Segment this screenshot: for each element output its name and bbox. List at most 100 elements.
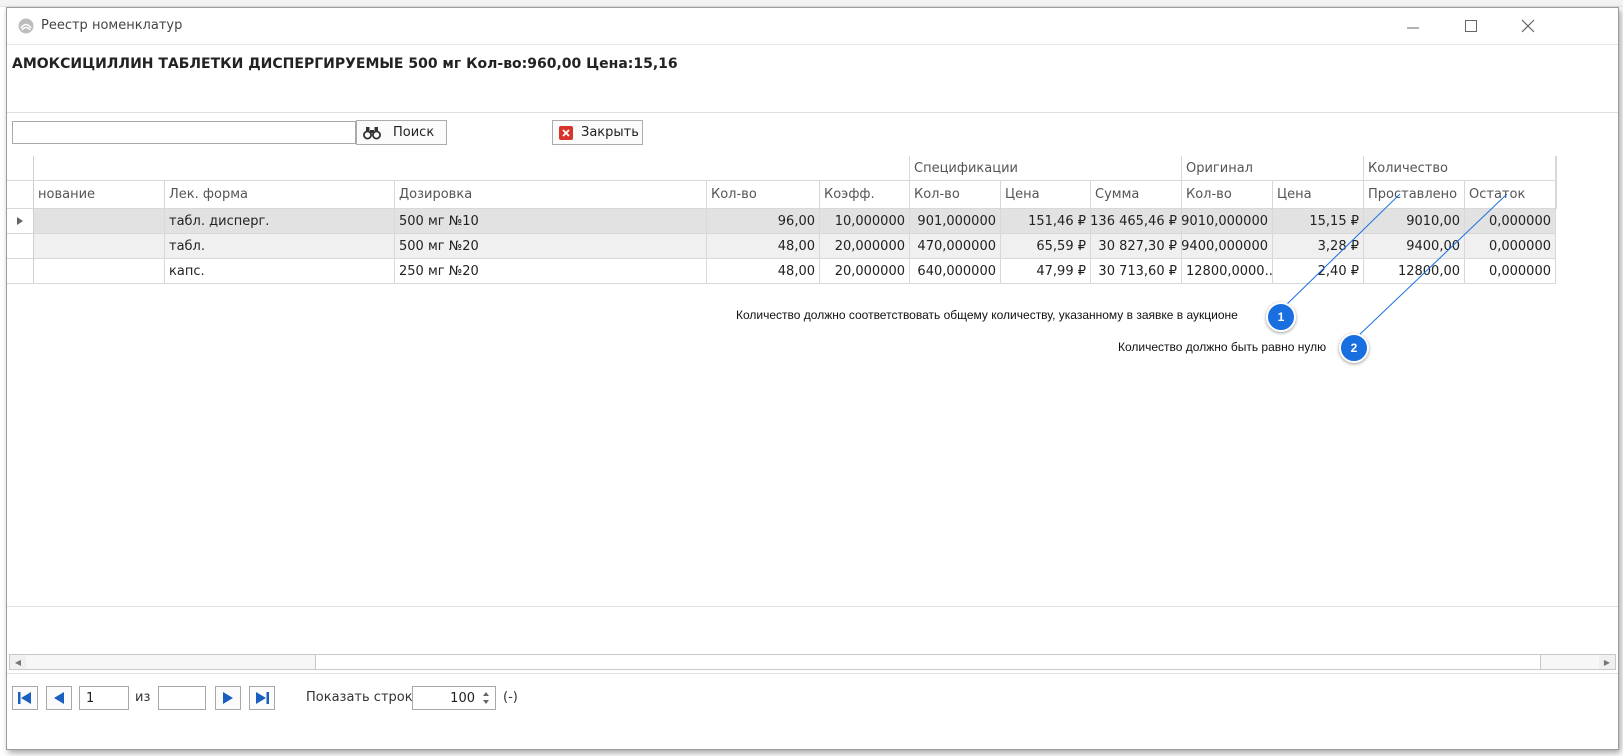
col-header[interactable]: Кол-во: [1182, 181, 1273, 209]
of-label: из: [135, 690, 151, 705]
total-pages-field: [158, 686, 206, 710]
rows-label: Показать строк: [306, 690, 413, 705]
cell-spec-qty: 470,000000: [910, 234, 1001, 259]
spinner-arrows-icon[interactable]: [482, 690, 490, 706]
cell-remainder: 0,000000: [1465, 209, 1556, 234]
table-row[interactable]: капс. 250 мг №20 48,00 20,000000 640,000…: [7, 259, 1556, 284]
scroll-thumb[interactable]: [315, 655, 1541, 669]
horizontal-scrollbar[interactable]: ◀ ▶: [9, 654, 1616, 670]
cell-spec-sum: 136 465,46 ₽: [1091, 209, 1182, 234]
maximize-icon: [1465, 20, 1477, 32]
prev-page-button[interactable]: [46, 686, 72, 710]
close-button-label: Закрыть: [581, 125, 639, 140]
col-header[interactable]: Цена: [1001, 181, 1091, 209]
group-header-spec: Спецификации: [910, 156, 1182, 181]
item-title: АМОКСИЦИЛЛИН ТАБЛЕТКИ ДИСПЕРГИРУЕМЫЕ 500…: [12, 56, 678, 72]
last-page-button[interactable]: [249, 686, 275, 710]
cell-dosage: 250 мг №20: [395, 259, 707, 284]
col-header[interactable]: Цена: [1273, 181, 1364, 209]
cell-qty: 48,00: [707, 259, 820, 284]
cell-name: [34, 209, 165, 234]
close-window-button[interactable]: [1514, 14, 1542, 38]
binoculars-icon: [363, 126, 381, 139]
window-title: Реестр номенклатур: [41, 18, 183, 33]
cell-placed: 9010,00: [1364, 209, 1465, 234]
background-window-strip: [0, 0, 1623, 7]
page-number-input[interactable]: 1: [79, 686, 129, 710]
row-indicator: [7, 209, 34, 234]
col-header[interactable]: Остаток: [1465, 181, 1556, 209]
cell-orig-qty: 9010,000000: [1182, 209, 1273, 234]
search-button[interactable]: Поиск: [356, 120, 447, 145]
close-button[interactable]: Закрыть: [552, 120, 643, 145]
row-indicator: [7, 234, 34, 259]
cell-coef: 20,000000: [820, 259, 910, 284]
close-red-icon: [559, 125, 573, 140]
cell-dosage: 500 мг №10: [395, 209, 707, 234]
col-header[interactable]: Кол-во: [707, 181, 820, 209]
table-row[interactable]: табл. дисперг. 500 мг №10 96,00 10,00000…: [7, 209, 1556, 234]
col-header[interactable]: нование: [34, 181, 165, 209]
col-header[interactable]: Лек. форма: [165, 181, 395, 209]
column-header-row: нование Лек. форма Дозировка Кол-во Коэф…: [7, 181, 1556, 209]
prev-page-icon: [54, 692, 64, 704]
scroll-left-arrow-icon[interactable]: ◀: [10, 655, 26, 669]
cell-form: капс.: [165, 259, 395, 284]
cell-spec-sum: 30 827,30 ₽: [1091, 234, 1182, 259]
group-header-orig: Оригинал: [1182, 156, 1364, 181]
callout-leader-lines: [1282, 193, 1508, 339]
group-header-qty: Количество: [1364, 156, 1556, 181]
callout-1-text: Количество должно соответствовать общему…: [736, 308, 1238, 322]
cell-spec-price: 47,99 ₽: [1001, 259, 1091, 284]
first-page-button[interactable]: [12, 686, 38, 710]
cell-spec-price: 151,46 ₽: [1001, 209, 1091, 234]
next-page-button[interactable]: [215, 686, 241, 710]
cell-name: [34, 259, 165, 284]
maximize-button[interactable]: [1457, 14, 1485, 38]
last-page-icon: [256, 692, 269, 704]
cell-name: [34, 234, 165, 259]
group-header-row: Спецификации Оригинал Количество: [7, 156, 1556, 181]
cell-coef: 10,000000: [820, 209, 910, 234]
cell-orig-price: 15,15 ₽: [1273, 209, 1364, 234]
cell-orig-qty: 12800,0000...: [1182, 259, 1273, 284]
cell-form: табл.: [165, 234, 395, 259]
minimize-button[interactable]: [1399, 14, 1427, 38]
col-header[interactable]: Кол-во: [910, 181, 1001, 209]
search-button-label: Поиск: [393, 125, 435, 140]
grid-header-edge: [1556, 156, 1557, 209]
title-bar[interactable]: Реестр номенклатур: [7, 8, 1618, 45]
callout-2-text: Количество должно быть равно нулю: [1118, 340, 1327, 354]
cell-orig-price: 3,28 ₽: [1273, 234, 1364, 259]
group-header-empty: [34, 156, 910, 181]
cell-remainder: 0,000000: [1465, 259, 1556, 284]
col-header[interactable]: Проставлено: [1364, 181, 1465, 209]
table-row[interactable]: табл. 500 мг №20 48,00 20,000000 470,000…: [7, 234, 1556, 259]
rows-per-page-value: 100: [450, 690, 475, 706]
col-header[interactable]: Коэфф.: [820, 181, 910, 209]
next-page-icon: [223, 692, 233, 704]
col-header[interactable]: Дозировка: [395, 181, 707, 209]
cell-remainder: 0,000000: [1465, 234, 1556, 259]
cell-spec-qty: 640,000000: [910, 259, 1001, 284]
minimize-icon: [1407, 27, 1419, 29]
cell-placed: 9400,00: [1364, 234, 1465, 259]
cell-spec-sum: 30 713,60 ₽: [1091, 259, 1182, 284]
close-icon: [1521, 19, 1535, 33]
pager-bar: 1 из Показать строк 100 (-): [7, 673, 1618, 750]
cell-orig-price: 2,40 ₽: [1273, 259, 1364, 284]
callout-2-badge: 2: [1339, 333, 1369, 363]
cell-spec-price: 65,59 ₽: [1001, 234, 1091, 259]
scroll-right-arrow-icon[interactable]: ▶: [1599, 655, 1615, 669]
item-header: АМОКСИЦИЛЛИН ТАБЛЕТКИ ДИСПЕРГИРУЕМЫЕ 500…: [7, 45, 1618, 113]
col-header[interactable]: Сумма: [1091, 181, 1182, 209]
cell-orig-qty: 9400,000000: [1182, 234, 1273, 259]
cell-qty: 96,00: [707, 209, 820, 234]
rows-suffix: (-): [503, 690, 518, 705]
callout-1-badge: 1: [1266, 302, 1296, 332]
row-pointer-icon: [17, 217, 23, 225]
search-input[interactable]: [12, 121, 356, 144]
registry-window: Реестр номенклатур АМОКСИЦИЛЛИН ТАБЛЕТКИ…: [6, 7, 1619, 750]
cell-placed: 12800,00: [1364, 259, 1465, 284]
cell-form: табл. дисперг.: [165, 209, 395, 234]
